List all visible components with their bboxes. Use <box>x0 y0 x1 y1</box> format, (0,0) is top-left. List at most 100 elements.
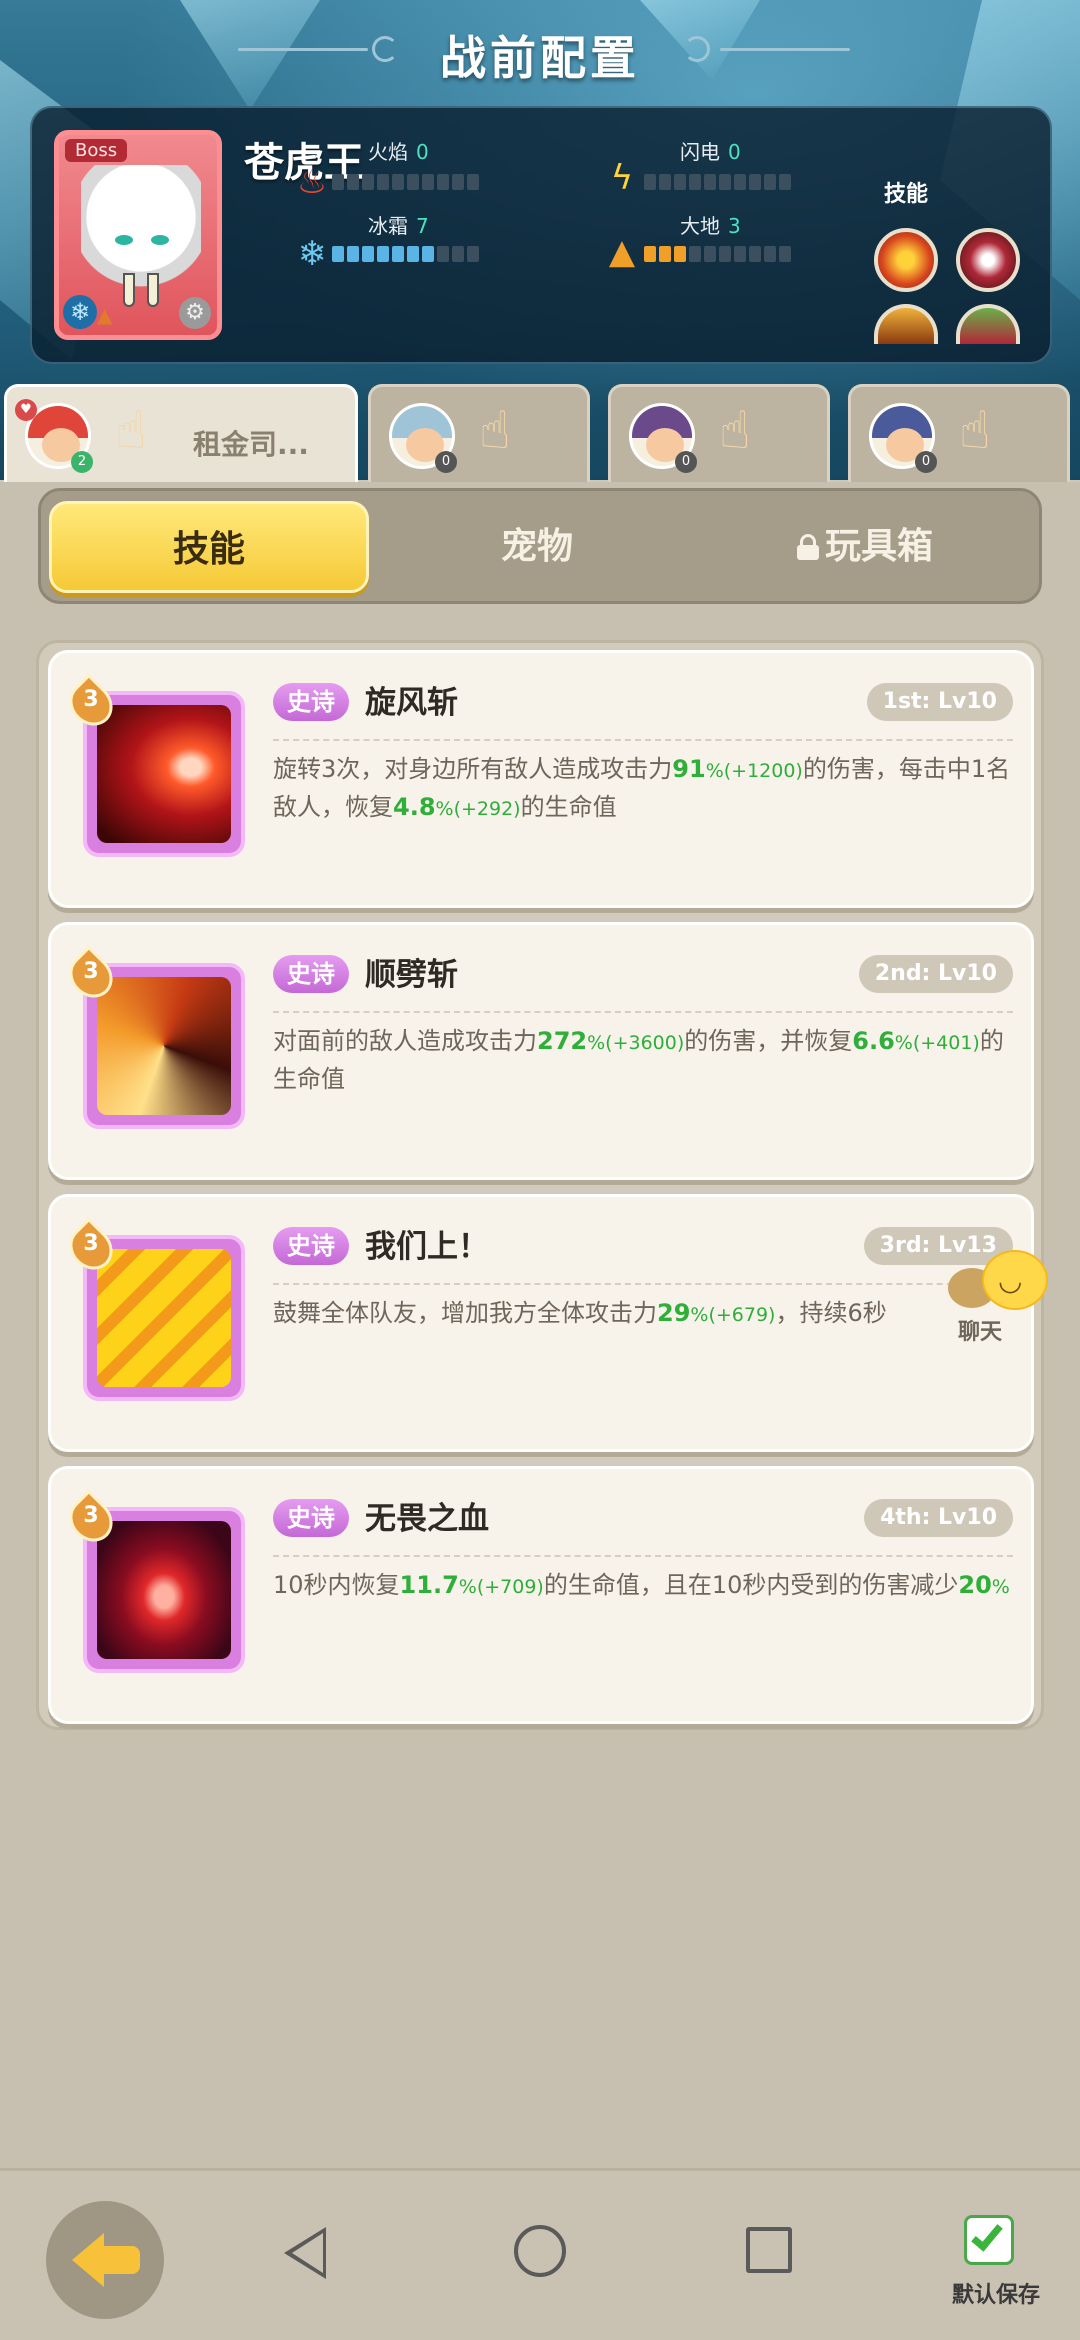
stat-segment <box>749 174 761 190</box>
stat-segment <box>347 246 359 262</box>
hero-tabs: ♥ 2 ☝ 租金司... 0 ☝ 0 ☝ 0 ☝ <box>0 384 1080 484</box>
skill-slot-level: 2nd: Lv10 <box>858 955 1013 993</box>
skill-value: %(+292) <box>435 798 521 820</box>
fang-bite-icon[interactable] <box>956 228 1020 292</box>
hero-badge: 0 <box>435 451 457 473</box>
nav-recents-icon[interactable] <box>746 2227 792 2273</box>
stat-segment <box>704 174 716 190</box>
stat-segment <box>674 246 686 262</box>
tab-toybox-label: 玩具箱 <box>824 526 933 567</box>
tap-hand-icon: ☝ <box>719 401 751 461</box>
stat-segment <box>719 246 731 262</box>
stat-segment <box>644 174 656 190</box>
divider <box>273 739 1013 741</box>
skill-text: 对面前的敌人造成攻击力 <box>273 1027 537 1055</box>
hero-tab-3[interactable]: 0 ☝ <box>608 384 830 484</box>
tab-pets[interactable]: 宠物 <box>377 501 697 593</box>
divider <box>273 1283 1013 1285</box>
stat-segment <box>659 174 671 190</box>
default-save-label[interactable]: 默认保存 <box>936 2277 1056 2309</box>
stat-segment <box>689 246 701 262</box>
skill-level: 3 <box>83 687 99 712</box>
skill-text: ，持续6秒 <box>775 1299 887 1327</box>
stat-segment <box>452 246 464 262</box>
stat-lightning-value: 0 <box>728 140 741 164</box>
stat-segment <box>764 246 776 262</box>
stat-segment <box>659 246 671 262</box>
chat-label[interactable]: 聊天 <box>958 1314 1002 1346</box>
cleave-slash-icon <box>97 977 231 1115</box>
hero-tab-1[interactable]: ♥ 2 ☝ 租金司... <box>4 384 358 484</box>
skill-value: 29 <box>657 1299 691 1327</box>
skill-name: 无畏之血 <box>365 1501 489 1537</box>
leaf-claw-icon[interactable] <box>956 304 1020 344</box>
mountain-icon: ▲ <box>97 303 113 327</box>
tap-hand-icon: ☝ <box>959 401 991 461</box>
hero-name: 租金司... <box>193 428 309 461</box>
tap-hand-icon: ☝ <box>479 401 511 461</box>
rally-charge-icon <box>97 1249 231 1387</box>
lock-icon <box>796 534 819 560</box>
skill-card[interactable]: 3 史诗 旋风斩 1st: Lv10 旋转3次，对身边所有敌人造成攻击力91%(… <box>48 650 1034 908</box>
skill-description: 对面前的敌人造成攻击力272%(+3600)的伤害，并恢复6.6%(+401)的… <box>273 1023 1019 1097</box>
stat-segment <box>467 174 479 190</box>
skill-slot-level: 1st: Lv10 <box>866 683 1013 721</box>
divider <box>273 1555 1013 1557</box>
stat-ice-value: 7 <box>416 214 429 238</box>
stat-segment <box>392 174 404 190</box>
back-button[interactable] <box>46 2201 164 2319</box>
page-title: 战前配置 <box>440 31 640 85</box>
skill-description: 10秒内恢复11.7%(+709)的生命值，且在10秒内受到的伤害减少20% <box>273 1567 1019 1605</box>
skill-value: %(+401) <box>894 1032 980 1054</box>
hero-tab-4[interactable]: 0 ☝ <box>848 384 1070 484</box>
stat-fire-label: 火焰 <box>368 140 408 164</box>
tab-skills[interactable]: 技能 <box>49 501 369 593</box>
white-tiger-avatar <box>81 165 201 307</box>
fire-slash-icon[interactable] <box>874 228 938 292</box>
skill-value: 20 <box>958 1571 992 1599</box>
fire-bar <box>332 174 479 190</box>
snowflake-icon: ❄ <box>297 234 327 274</box>
default-save-checkbox[interactable] <box>964 2215 1014 2265</box>
skill-text: 鼓舞全体队友，增加我方全体攻击力 <box>273 1299 657 1327</box>
stat-lightning-label: 闪电 <box>680 140 720 164</box>
skill-card[interactable]: 3 史诗 无畏之血 4th: Lv10 10秒内恢复11.7%(+709)的生命… <box>48 1466 1034 1724</box>
boss-portrait[interactable]: Boss ❄ ▲ ⚙ <box>54 130 222 340</box>
skill-description: 旋转3次，对身边所有敌人造成攻击力91%(+1200)的伤害，每击中1名敌人，恢… <box>273 751 1019 827</box>
rarity-badge: 史诗 <box>273 683 349 721</box>
earth-bar <box>644 246 791 262</box>
tab-toybox[interactable]: 玩具箱 <box>705 501 1025 593</box>
boss-skills-label: 技能 <box>884 182 929 207</box>
tap-hand-icon: ☝ <box>115 401 147 461</box>
skill-value: %(+679) <box>690 1304 776 1326</box>
mountain-icon: ▲ <box>608 232 636 272</box>
claw-icon[interactable] <box>874 304 938 344</box>
boss-info-panel: Boss ❄ ▲ ⚙ 苍虎王 火焰 0 ♨ 闪电 0 ϟ 冰霜 7 ❄ 大地 3… <box>30 106 1052 364</box>
skill-value: %(+3600) <box>587 1032 685 1054</box>
stat-segment <box>407 174 419 190</box>
stat-segment <box>734 246 746 262</box>
stat-segment <box>437 174 449 190</box>
hero-tab-2[interactable]: 0 ☝ <box>368 384 590 484</box>
stat-segment <box>719 174 731 190</box>
hero-badge: 0 <box>915 451 937 473</box>
skill-name: 我们上！ <box>365 1229 489 1265</box>
heart-icon: ♥ <box>15 399 37 421</box>
stat-segment <box>377 174 389 190</box>
nav-home-icon[interactable] <box>514 2225 566 2277</box>
skill-value: 6.6 <box>852 1027 895 1055</box>
stat-earth-label: 大地 <box>680 214 720 238</box>
skill-text: 旋转3次，对身边所有敌人造成攻击力 <box>273 755 673 783</box>
skill-level: 3 <box>83 1503 99 1528</box>
skill-card[interactable]: 3 史诗 顺劈斩 2nd: Lv10 对面前的敌人造成攻击力272%(+3600… <box>48 922 1034 1180</box>
flame-icon: ♨ <box>296 162 328 202</box>
stat-segment <box>779 174 791 190</box>
stat-segment <box>392 246 404 262</box>
skill-description: 鼓舞全体队友，增加我方全体攻击力29%(+679)，持续6秒 <box>273 1295 1019 1333</box>
skill-name: 顺劈斩 <box>365 957 458 993</box>
stat-segment <box>467 246 479 262</box>
skill-card[interactable]: 3 史诗 我们上！ 3rd: Lv13 鼓舞全体队友，增加我方全体攻击力29%(… <box>48 1194 1034 1452</box>
skill-value: 91 <box>672 755 706 783</box>
skill-value: 4.8 <box>393 793 436 821</box>
hero-badge: 2 <box>71 451 93 473</box>
